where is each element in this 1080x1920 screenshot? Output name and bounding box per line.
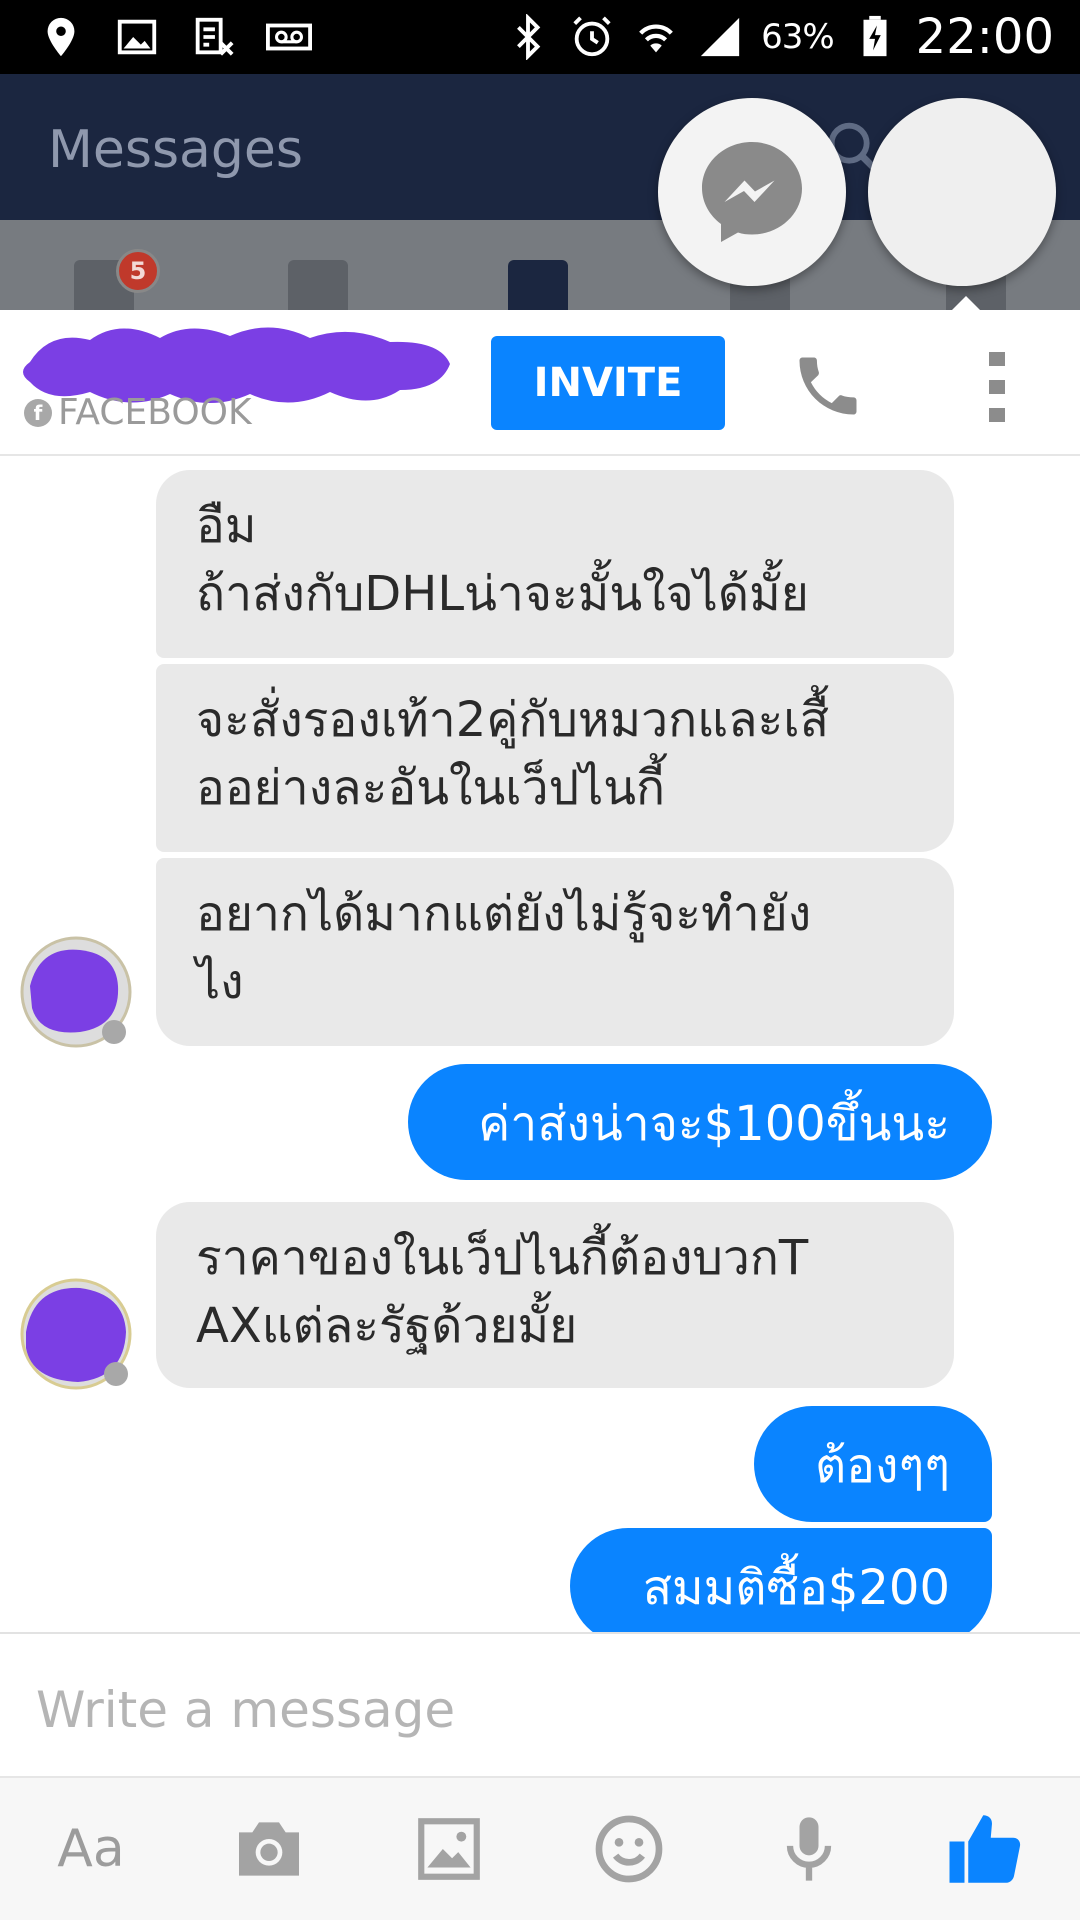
- signal-icon: [700, 17, 740, 57]
- battery-percent: 63%: [761, 17, 835, 57]
- microphone-icon: [786, 1817, 832, 1881]
- page-title: Messages: [48, 120, 303, 180]
- message-outgoing[interactable]: สมมติซื้อ$200: [570, 1528, 992, 1644]
- emoji-button[interactable]: [584, 1804, 674, 1894]
- contact-avatar: [20, 936, 132, 1048]
- clock: 22:00: [915, 9, 1054, 65]
- messenger-chat-head[interactable]: [658, 98, 846, 286]
- dot: [989, 352, 1005, 366]
- alarm-icon: [573, 16, 611, 57]
- contact-avatar: [20, 1278, 132, 1390]
- message-input[interactable]: [36, 1670, 1016, 1750]
- contact-source: f FACEBOOK: [24, 392, 252, 433]
- image-icon: [418, 1818, 480, 1880]
- message-outgoing[interactable]: ค่าส่งน่าจะ$100ขึ้นนะ: [408, 1064, 992, 1180]
- battery-charging-icon: [863, 15, 887, 57]
- message-incoming[interactable]: อยากได้มากแต่ยังไม่รู้จะทำยัง ไง: [156, 858, 954, 1046]
- voicemail-icon: [266, 23, 312, 51]
- voice-button[interactable]: [764, 1804, 854, 1894]
- like-button[interactable]: [942, 1804, 1032, 1894]
- conversation-header: f FACEBOOK INVITE: [0, 312, 1080, 456]
- notification-badge: 5: [116, 249, 160, 293]
- thumbs-up-icon: [949, 1815, 1021, 1883]
- text-style-button[interactable]: Aa: [46, 1804, 136, 1894]
- composer-toolbar: Aa: [0, 1776, 1080, 1920]
- wifi-icon: [639, 24, 673, 53]
- facebook-icon: f: [24, 398, 52, 427]
- gallery-icon: [117, 19, 157, 55]
- tab-messages[interactable]: [508, 260, 568, 310]
- camera-icon: [239, 1822, 299, 1876]
- sim-blocked-icon: [195, 17, 234, 56]
- source-label: FACEBOOK: [58, 392, 252, 433]
- bluetooth-icon: [517, 14, 541, 60]
- invite-button[interactable]: INVITE: [491, 336, 725, 430]
- location-icon: [47, 17, 75, 57]
- dot: [989, 380, 1005, 394]
- gallery-button[interactable]: [404, 1804, 494, 1894]
- message-incoming[interactable]: อืม ถ้าส่งกับDHLน่าจะมั้นใจได้มั้ย: [156, 470, 954, 658]
- more-options-button[interactable]: [982, 352, 1012, 422]
- contact-chat-head[interactable]: [868, 98, 1056, 286]
- aa-label: Aa: [57, 1819, 125, 1879]
- message-incoming[interactable]: จะสั่งรองเท้า2คู่กับหมวกและเสื้ ออย่างละ…: [156, 664, 954, 852]
- camera-button[interactable]: [224, 1804, 314, 1894]
- emoji-icon: [595, 1815, 663, 1883]
- tab-friends[interactable]: [288, 260, 348, 310]
- status-bar: 63% 22:00: [0, 0, 1080, 74]
- composer: [0, 1632, 1080, 1776]
- message-outgoing[interactable]: ต้องๆๆ: [754, 1406, 992, 1522]
- dot: [989, 408, 1005, 422]
- messenger-icon: [702, 142, 802, 242]
- phone-call-icon[interactable]: [790, 348, 866, 424]
- message-incoming[interactable]: ราคาของในเว็ปไนกี้ต้องบวกT AXแต่ละรัฐด้ว…: [156, 1202, 954, 1388]
